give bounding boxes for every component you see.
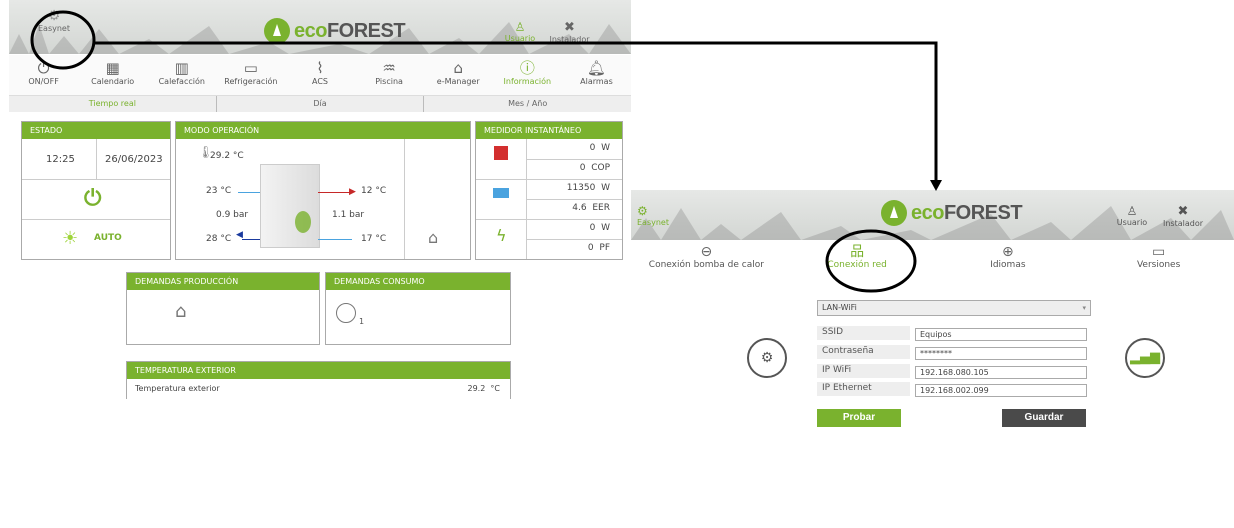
highlight-circle-conexion-red: [825, 229, 917, 293]
connector-arrowhead: [930, 180, 942, 191]
annotation-overlay: [30, 10, 942, 293]
highlight-circle-easynet: [30, 10, 96, 70]
connector-line: [93, 41, 938, 183]
